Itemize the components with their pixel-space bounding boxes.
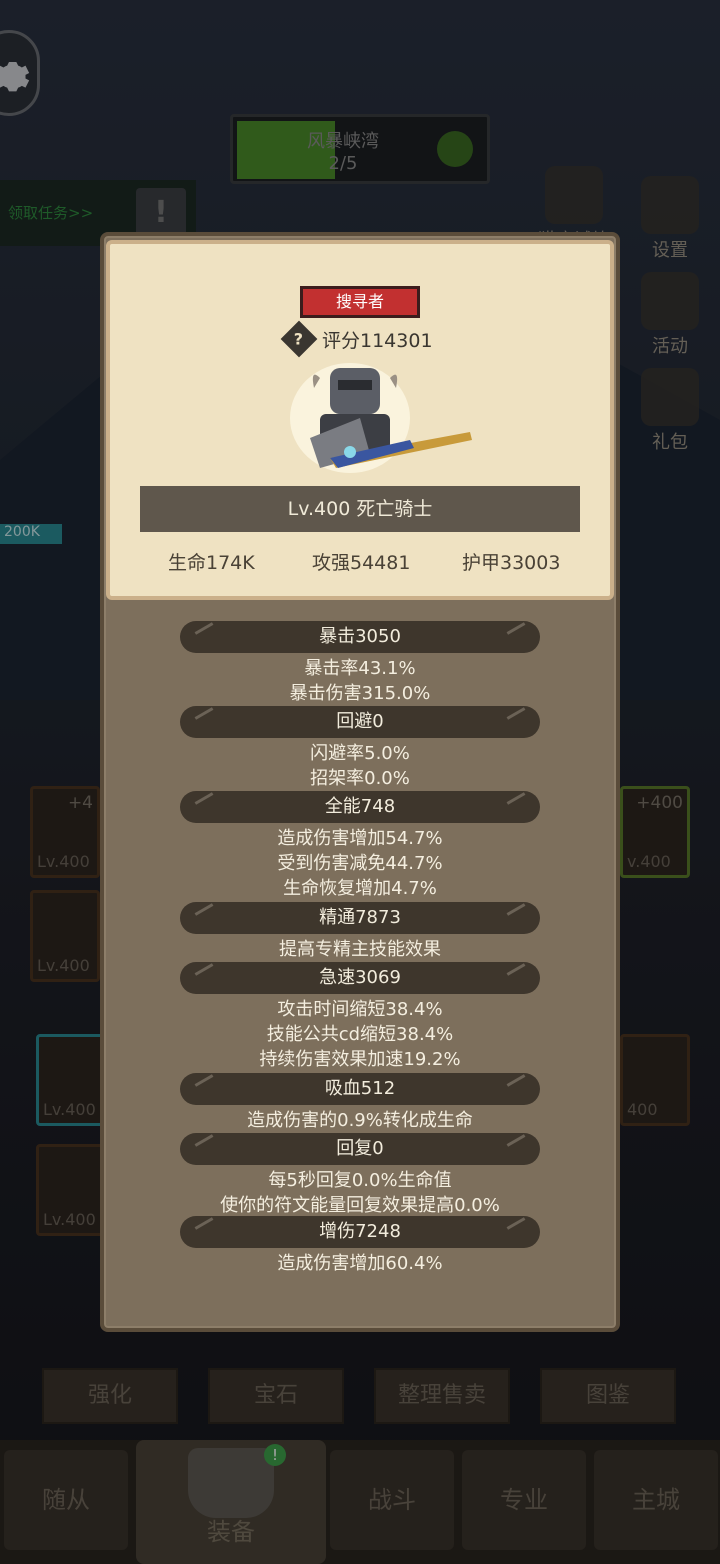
- score-row: ? 评分114301: [280, 320, 433, 358]
- hero-score: 评分114301: [322, 329, 433, 352]
- section-haste: 急速3069: [180, 962, 540, 994]
- stat-attack: 攻强54481: [312, 552, 411, 574]
- section-evade: 回避0: [180, 706, 540, 738]
- stat-line: 攻击时间缩短38.4%: [277, 999, 443, 1020]
- stat-line: 造成伤害增加54.7%: [277, 828, 443, 849]
- stat-armor: 护甲33003: [462, 552, 561, 574]
- section-mastery: 精通7873: [180, 902, 540, 934]
- stat-line: 持续伤害效果加速19.2%: [259, 1049, 461, 1070]
- section-damage-boost: 增伤7248: [180, 1216, 540, 1248]
- rank-badge: 搜寻者: [300, 286, 420, 318]
- stat-line: 暴击伤害315.0%: [289, 683, 431, 704]
- stat-line: 技能公共cd缩短38.4%: [266, 1024, 454, 1045]
- stat-line: 受到伤害减免44.7%: [277, 853, 443, 874]
- stat-line: 造成伤害增加60.4%: [277, 1253, 443, 1274]
- stat-line: 提高专精主技能效果: [279, 939, 441, 960]
- stat-line: 造成伤害的0.9%转化成生命: [247, 1110, 473, 1131]
- stat-hp: 生命174K: [168, 552, 255, 574]
- stat-line: 使你的符文能量回复效果提高0.0%: [220, 1195, 500, 1216]
- stat-line: 每5秒回复0.0%生命值: [268, 1170, 452, 1191]
- stat-line: 暴击率43.1%: [304, 658, 416, 679]
- hero-name: Lv.400 死亡骑士: [140, 486, 580, 532]
- section-crit: 暴击3050: [180, 621, 540, 653]
- death-knight-portrait: [290, 363, 472, 473]
- section-regen: 回复0: [180, 1133, 540, 1165]
- help-icon[interactable]: ?: [280, 320, 318, 358]
- stat-line: 闪避率5.0%: [310, 743, 410, 764]
- stat-line: 招架率0.0%: [310, 768, 410, 789]
- section-versatility: 全能748: [180, 791, 540, 823]
- section-lifesteal: 吸血512: [180, 1073, 540, 1105]
- stat-line: 生命恢复增加4.7%: [283, 878, 437, 899]
